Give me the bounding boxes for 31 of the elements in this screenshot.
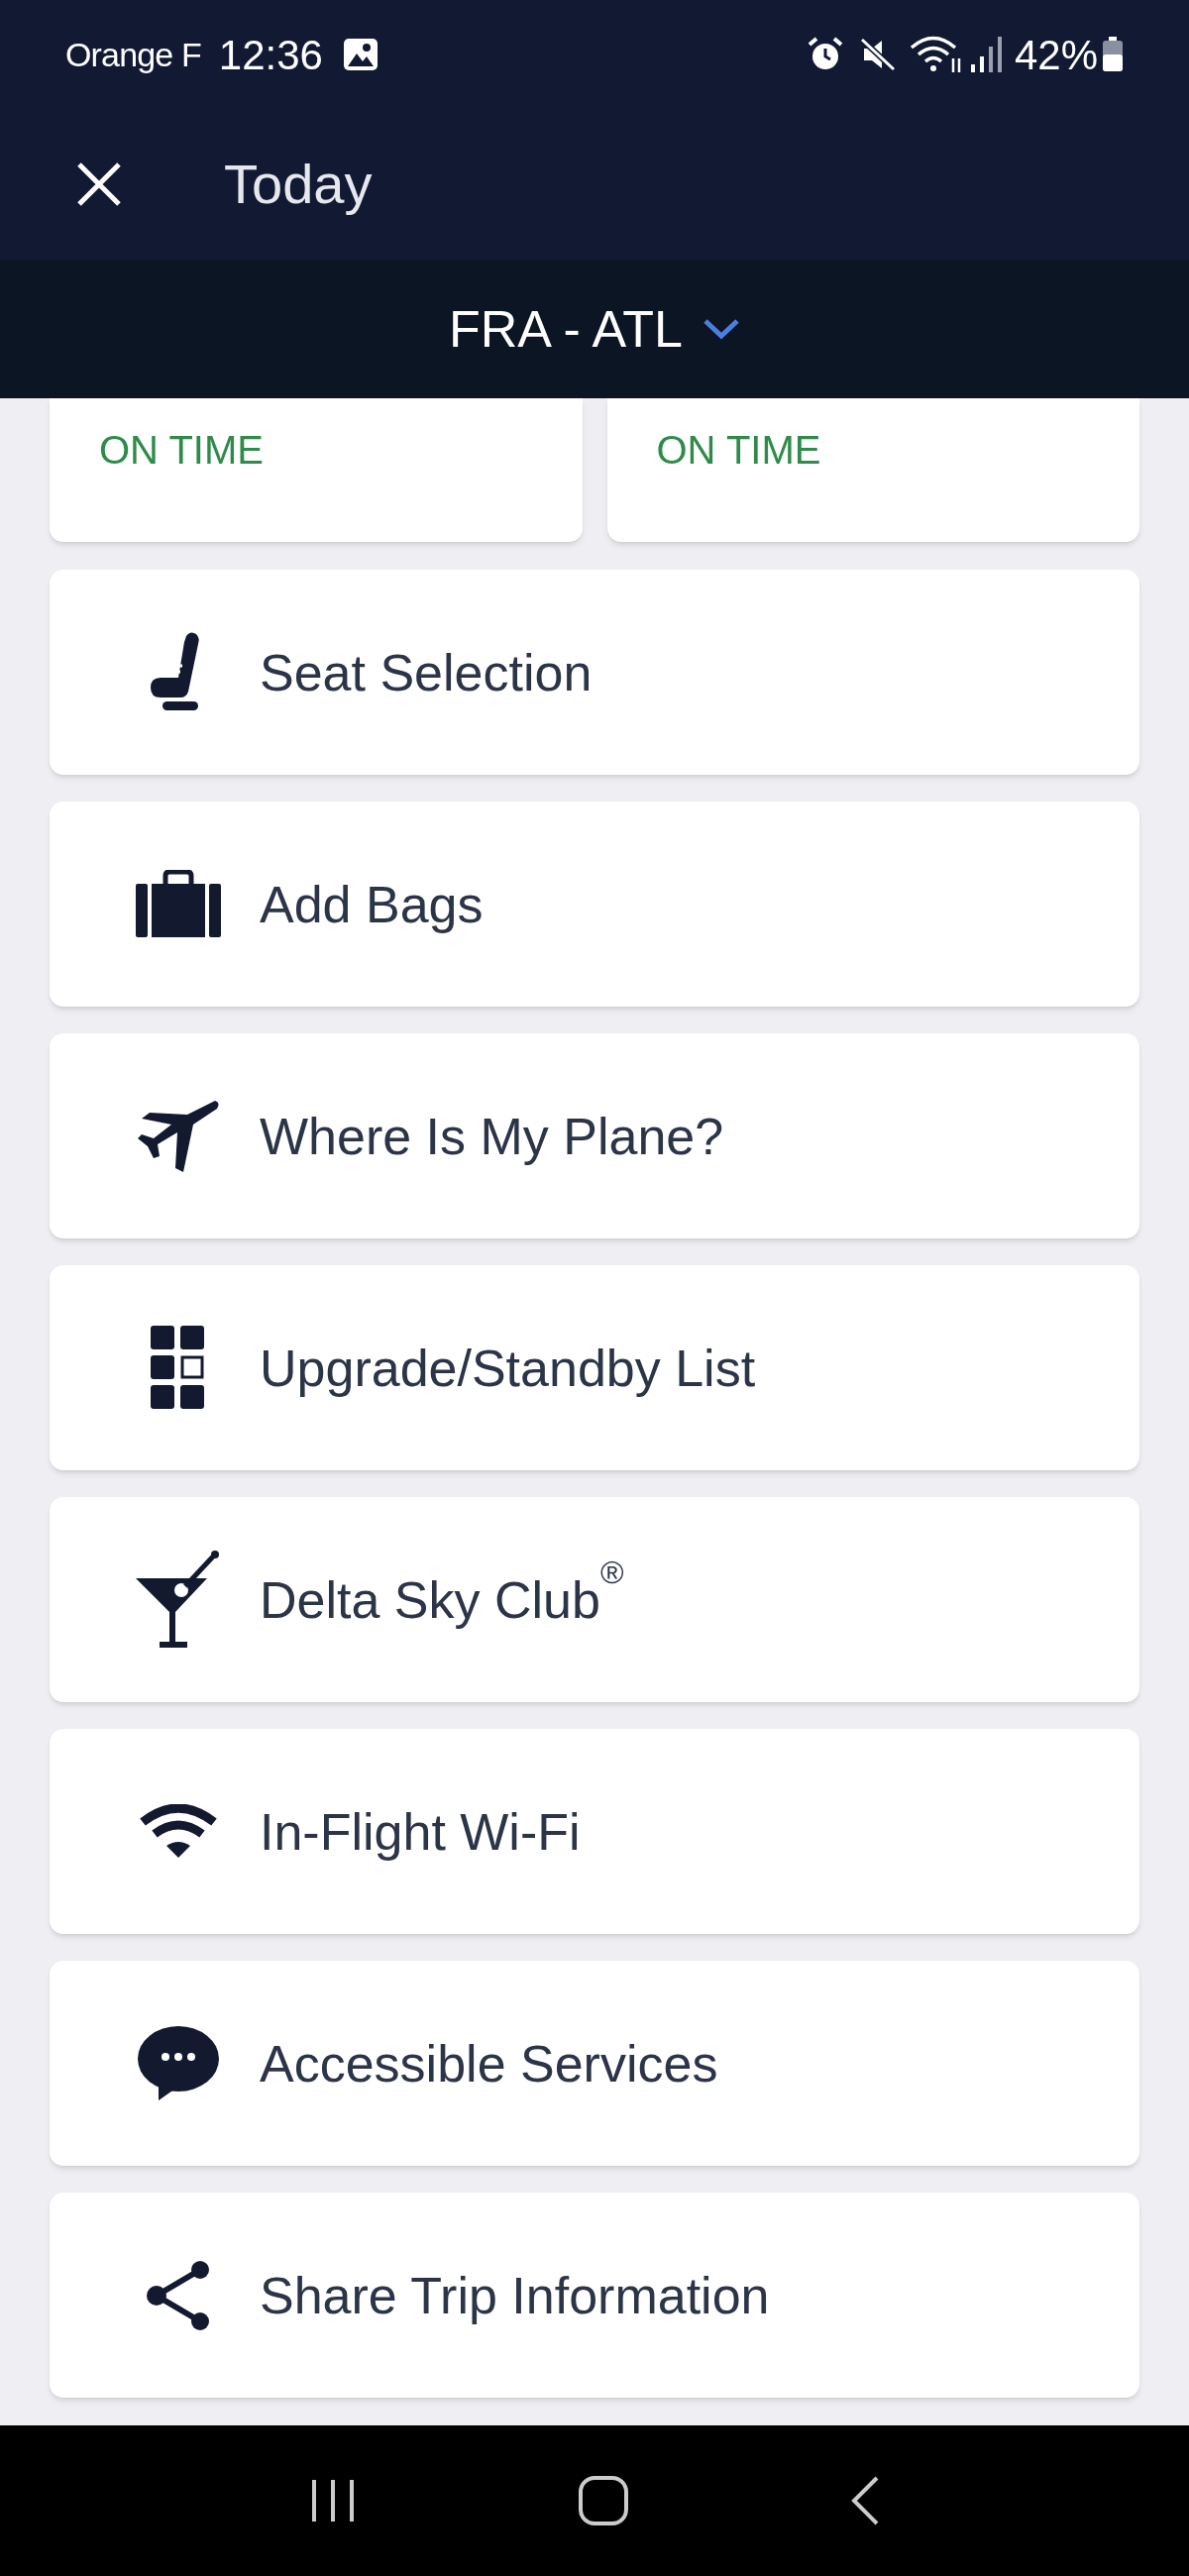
clock-time: 12:36 (218, 30, 323, 80)
flight-status-card[interactable]: ON TIME (50, 398, 583, 542)
airplane-icon (136, 1098, 221, 1174)
menu-item[interactable]: Share Trip Information (50, 2193, 1139, 2398)
cocktail-glass-icon (136, 1550, 221, 1650)
wifi-icon (139, 1803, 218, 1860)
flight-status: ON TIME (656, 428, 821, 472)
share-icon (145, 2259, 212, 2331)
battery-icon (1102, 37, 1124, 72)
menu-item[interactable]: Delta Sky Club$^{®}$ (50, 1497, 1139, 1702)
close-icon (76, 161, 122, 207)
speech-bubble-icon (137, 2024, 220, 2102)
menu-item[interactable]: Where Is My Plane? (50, 1033, 1139, 1238)
suitcase-icon (136, 869, 221, 939)
menu-item[interactable]: In-Flight Wi-Fi (50, 1729, 1139, 1934)
menu-item[interactable]: Upgrade/Standby List (50, 1265, 1139, 1470)
grid-icon (151, 1325, 206, 1411)
back-icon[interactable] (849, 2475, 881, 2526)
menu-item[interactable]: Accessible Services (50, 1961, 1139, 2166)
menu-item[interactable]: Seat Selection (50, 570, 1139, 775)
menu-item[interactable]: Add Bags (50, 802, 1139, 1007)
flight-status-card[interactable]: ON TIME (606, 398, 1139, 542)
cell-signal-icon (968, 35, 1005, 74)
home-icon[interactable] (578, 2475, 629, 2526)
image-icon (342, 38, 378, 71)
page-title: Today (224, 152, 373, 217)
battery-percentage: 42% (1014, 30, 1098, 80)
chevron-down-icon (703, 317, 740, 341)
flight-status: ON TIME (99, 428, 264, 472)
carrier-name: Orange F (65, 34, 201, 75)
route-selector[interactable]: FRA - ATL (449, 290, 740, 368)
